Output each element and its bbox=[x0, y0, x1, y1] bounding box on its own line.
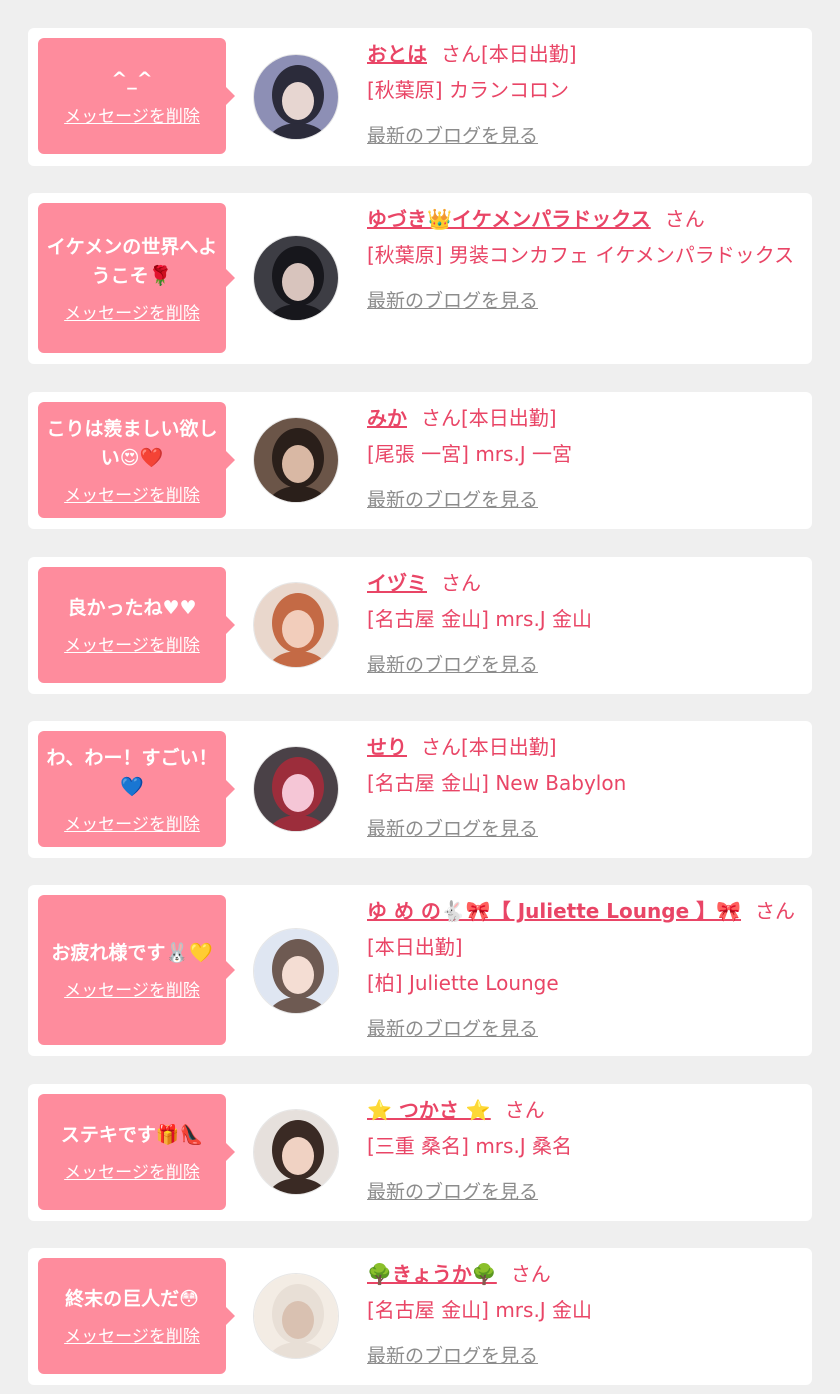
honorific-status: さん bbox=[510, 1262, 551, 1286]
delete-message-link[interactable]: メッセージを削除 bbox=[64, 631, 200, 656]
profile-name-link[interactable]: みか bbox=[367, 406, 407, 430]
message-text: わ、わー！すごい！💙 bbox=[46, 746, 218, 798]
honorific-status: さん[本日出勤] bbox=[441, 42, 577, 66]
profile-info: ゆづき👑イケメンパラドックス さん [秋葉原] 男装コンカフェ イケメンパラドックス… bbox=[367, 201, 797, 319]
avatar[interactable] bbox=[253, 54, 339, 140]
delete-message-link[interactable]: メッセージを削除 bbox=[64, 102, 200, 127]
name-line: ゆ め の🐇🎀【 Juliette Lounge 】🎀 さん[本日出勤] bbox=[367, 893, 797, 965]
message-text: お疲れ様です🐰💛 bbox=[51, 942, 213, 964]
avatar[interactable] bbox=[253, 928, 339, 1014]
profile-info: せり さん[本日出勤] [名古屋 金山] New Babylon 最新のブログを見る bbox=[367, 729, 797, 847]
avatar[interactable] bbox=[253, 1273, 339, 1359]
latest-blog-link[interactable]: 最新のブログを見る bbox=[367, 811, 538, 847]
profile-info: おとは さん[本日出勤] [秋葉原] カランコロン最新のブログを見る bbox=[367, 36, 797, 154]
message-bubble: お疲れ様です🐰💛 メッセージを削除 bbox=[38, 895, 235, 1045]
message-bubble: イケメンの世界へようこそ🌹 メッセージを削除 bbox=[38, 203, 235, 353]
profile-name-link[interactable]: おとは bbox=[367, 42, 427, 66]
message-bubble: 良かったね♥♥ メッセージを削除 bbox=[38, 567, 235, 683]
message-card: 良かったね♥♥ メッセージを削除 イヅミ さん [名古屋 金山] mrs.J 金山最新の… bbox=[28, 557, 812, 694]
name-line: せり さん[本日出勤] bbox=[367, 729, 797, 765]
honorific-status: さん[本日出勤] bbox=[421, 735, 557, 759]
delete-message-link[interactable]: メッセージを削除 bbox=[64, 1158, 200, 1183]
honorific-status: さん bbox=[664, 207, 705, 231]
avatar[interactable] bbox=[253, 582, 339, 668]
shop-info: [秋葉原] カランコロン bbox=[367, 78, 569, 102]
message-bubble: わ、わー！すごい！💙 メッセージを削除 bbox=[38, 731, 235, 847]
honorific-status: さん bbox=[504, 1098, 545, 1122]
message-text: ステキです🎁👠 bbox=[60, 1124, 204, 1146]
message-card: わ、わー！すごい！💙 メッセージを削除 せり さん[本日出勤] [名古屋 金山] New… bbox=[28, 721, 812, 858]
honorific-status: さん bbox=[441, 571, 481, 595]
profile-info: ゆ め の🐇🎀【 Juliette Lounge 】🎀 さん[本日出勤] [柏] J… bbox=[367, 893, 797, 1047]
message-bubble: こりは羨ましい欲しい😍❤️ メッセージを削除 bbox=[38, 402, 235, 518]
shop-info: [尾張 一宮] mrs.J 一宮 bbox=[367, 442, 573, 466]
latest-blog-link[interactable]: 最新のブログを見る bbox=[367, 1011, 538, 1047]
name-line: みか さん[本日出勤] bbox=[367, 400, 797, 436]
delete-message-link[interactable]: メッセージを削除 bbox=[64, 1322, 200, 1347]
message-text: 終末の巨人だ😳 bbox=[65, 1288, 199, 1310]
message-card: お疲れ様です🐰💛 メッセージを削除 ゆ め の🐇🎀【 Juliette Lounge… bbox=[28, 885, 812, 1056]
shop-info: [名古屋 金山] New Babylon bbox=[367, 771, 627, 795]
profile-name-link[interactable]: ゆづき👑イケメンパラドックス bbox=[367, 207, 651, 231]
message-bubble: ^_^ メッセージを削除 bbox=[38, 38, 235, 154]
name-line: イヅミ さん bbox=[367, 565, 797, 601]
name-line: 🌳きょうか🌳 さん bbox=[367, 1256, 797, 1292]
message-text: ^_^ bbox=[111, 68, 153, 90]
message-card: ステキです🎁👠 メッセージを削除 ⭐ つかさ ⭐ さん [三重 桑名] mrs.J 桑名… bbox=[28, 1084, 812, 1221]
name-line: ゆづき👑イケメンパラドックス さん bbox=[367, 201, 797, 237]
profile-info: 🌳きょうか🌳 さん [名古屋 金山] mrs.J 金山最新のブログを見る bbox=[367, 1256, 797, 1374]
shop-info: [秋葉原] 男装コンカフェ イケメンパラドックス bbox=[367, 243, 795, 267]
message-card: ^_^ メッセージを削除 おとは さん[本日出勤] [秋葉原] カランコロン最新のブログ… bbox=[28, 28, 812, 166]
delete-message-link[interactable]: メッセージを削除 bbox=[64, 810, 200, 835]
message-card: 終末の巨人だ😳 メッセージを削除 🌳きょうか🌳 さん [名古屋 金山] mrs.J 金山… bbox=[28, 1248, 812, 1385]
message-text: イケメンの世界へようこそ🌹 bbox=[46, 235, 218, 287]
avatar[interactable] bbox=[253, 746, 339, 832]
profile-name-link[interactable]: せり bbox=[367, 735, 407, 759]
latest-blog-link[interactable]: 最新のブログを見る bbox=[367, 1338, 538, 1374]
delete-message-link[interactable]: メッセージを削除 bbox=[64, 976, 200, 1001]
message-text: こりは羨ましい欲しい😍❤️ bbox=[46, 417, 218, 469]
name-line: ⭐ つかさ ⭐ さん bbox=[367, 1092, 797, 1128]
message-card: こりは羨ましい欲しい😍❤️ メッセージを削除 みか さん[本日出勤] [尾張 一宮] m… bbox=[28, 392, 812, 529]
shop-info: [柏] Juliette Lounge bbox=[367, 971, 559, 995]
shop-info: [名古屋 金山] mrs.J 金山 bbox=[367, 1298, 593, 1322]
delete-message-link[interactable]: メッセージを削除 bbox=[64, 481, 200, 506]
message-bubble: ステキです🎁👠 メッセージを削除 bbox=[38, 1094, 235, 1210]
avatar[interactable] bbox=[253, 1109, 339, 1195]
message-bubble: 終末の巨人だ😳 メッセージを削除 bbox=[38, 1258, 235, 1374]
latest-blog-link[interactable]: 最新のブログを見る bbox=[367, 1174, 538, 1210]
message-card: イケメンの世界へようこそ🌹 メッセージを削除 ゆづき👑イケメンパラドックス さん [秋葉… bbox=[28, 193, 812, 364]
latest-blog-link[interactable]: 最新のブログを見る bbox=[367, 647, 538, 683]
shop-info: [名古屋 金山] mrs.J 金山 bbox=[367, 607, 593, 631]
latest-blog-link[interactable]: 最新のブログを見る bbox=[367, 482, 538, 518]
message-list: ^_^ メッセージを削除 おとは さん[本日出勤] [秋葉原] カランコロン 最新のブログ… bbox=[0, 0, 840, 1394]
profile-name-link[interactable]: ⭐ つかさ ⭐ bbox=[367, 1098, 491, 1122]
latest-blog-link[interactable]: 最新のブログを見る bbox=[367, 118, 538, 154]
profile-name-link[interactable]: ゆ め の🐇🎀【 Juliette Lounge 】🎀 bbox=[367, 899, 741, 923]
message-text: 良かったね♥♥ bbox=[67, 597, 197, 619]
name-line: おとは さん[本日出勤] bbox=[367, 36, 797, 72]
honorific-status: さん[本日出勤] bbox=[421, 406, 557, 430]
shop-info: [三重 桑名] mrs.J 桑名 bbox=[367, 1134, 573, 1158]
latest-blog-link[interactable]: 最新のブログを見る bbox=[367, 283, 538, 319]
profile-info: イヅミ さん [名古屋 金山] mrs.J 金山最新のブログを見る bbox=[367, 565, 797, 683]
avatar[interactable] bbox=[253, 417, 339, 503]
profile-name-link[interactable]: 🌳きょうか🌳 bbox=[367, 1262, 497, 1286]
profile-info: みか さん[本日出勤] [尾張 一宮] mrs.J 一宮最新のブログを見る bbox=[367, 400, 797, 518]
profile-info: ⭐ つかさ ⭐ さん [三重 桑名] mrs.J 桑名最新のブログを見る bbox=[367, 1092, 797, 1210]
avatar[interactable] bbox=[253, 235, 339, 321]
delete-message-link[interactable]: メッセージを削除 bbox=[64, 299, 200, 324]
profile-name-link[interactable]: イヅミ bbox=[367, 571, 427, 595]
